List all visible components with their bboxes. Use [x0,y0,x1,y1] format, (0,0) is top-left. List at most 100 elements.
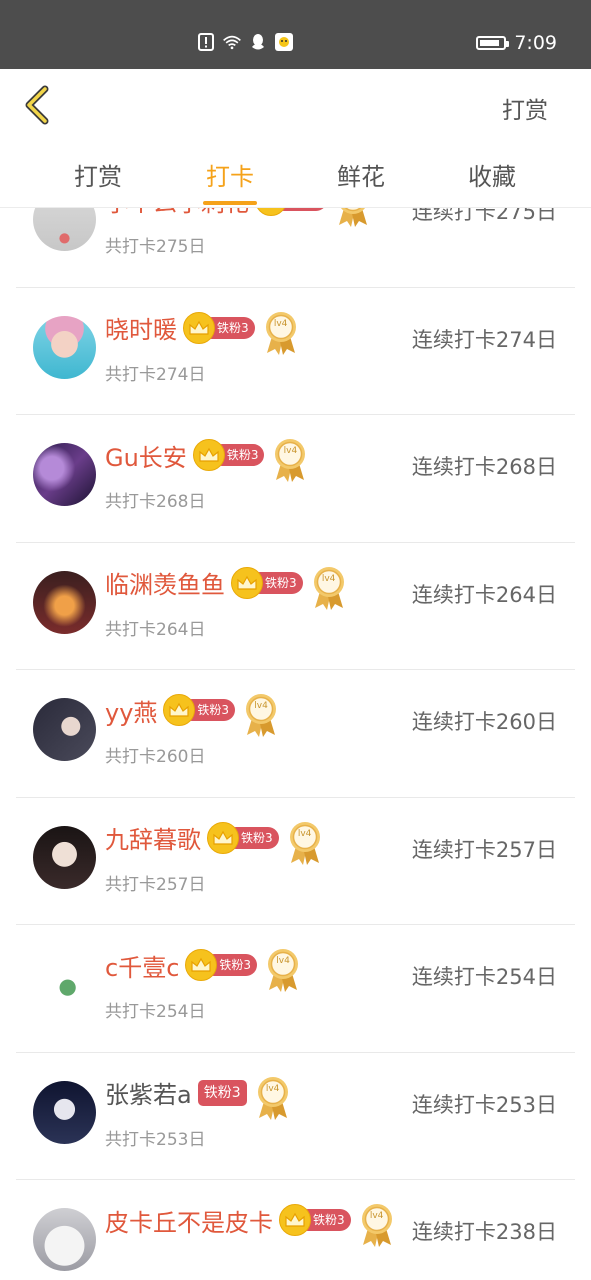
total-checkin: 共打卡268日 [105,492,206,512]
app-icon [274,32,294,52]
level-label: lv4 [265,1083,280,1094]
total-checkin: 共打卡257日 [105,874,206,895]
fan-badge: 铁粉3 [183,311,255,344]
fan-badge: 铁粉3 [192,439,265,471]
crown-icon [185,949,218,981]
list-item[interactable]: 小丫么小刺花铁粉3 lv6 共打卡275日 连续打卡275日 [0,208,591,288]
user-name-line: 张紫若a 铁粉3 lv4 [105,1073,291,1120]
alert-icon [196,32,216,52]
fan-badge: 铁粉3 [185,949,258,981]
avatar[interactable] [33,208,96,251]
level-label: lv4 [321,573,336,584]
streak-checkin: 连续打卡260日 [411,710,557,734]
level-label: lv4 [297,828,312,839]
level-label: lv4 [283,446,298,456]
avatar[interactable] [33,315,96,379]
user-name[interactable]: 皮卡丘不是皮卡 [105,1203,273,1238]
streak-checkin: 连续打卡274日 [411,327,557,352]
fan-badge: 铁粉3 [197,1078,247,1108]
avatar[interactable] [33,1208,96,1271]
tab-checkin[interactable]: 打卡 [175,157,285,192]
crown-icon [163,694,196,726]
avatar[interactable] [33,698,96,761]
total-checkin: 共打卡275日 [105,237,206,257]
crown-icon [279,1204,311,1236]
status-time: 7:09 [514,32,557,54]
crown-icon [192,439,225,471]
total-checkin: 共打卡260日 [105,747,206,767]
tab-reward[interactable]: 打赏 [43,157,153,192]
user-name-line: yy燕 铁粉3 lv4 [105,690,279,737]
fan-badge: 铁粉3 [231,566,303,599]
list-item[interactable]: 皮卡丘不是皮卡 铁粉3 lv4 连续打卡238日 [0,1180,591,1280]
streak-checkin: 连续打卡257日 [411,837,557,862]
active-tab-indicator [203,201,257,205]
streak-checkin: 连续打卡238日 [411,1220,557,1244]
user-name-line: Gu长安 铁粉3 lv4 [105,435,308,482]
user-name-line: 皮卡丘不是皮卡 铁粉3 lv4 [105,1200,395,1247]
fan-level-label: 铁粉3 [197,1079,247,1106]
checkin-rows: 小丫么小刺花铁粉3lv6共打卡275日连续打卡275日晓时暖铁粉3lv4共打卡2… [0,208,591,1280]
user-name[interactable]: Gu长安 [105,438,187,473]
list-item[interactable]: 九辞暮歌 铁粉3 lv4 共打卡257日 连续打卡257日 [0,798,591,925]
crown-icon [207,821,239,854]
list-item[interactable]: c千壹c 铁粉3 lv4 共打卡254日 连续打卡254日 [0,925,591,1053]
user-name[interactable]: 小丫么小刺花 [105,208,249,218]
app-header: 打赏 [0,69,591,139]
user-name[interactable]: 临渊羡鱼鱼 [105,565,225,600]
streak-checkin: 连续打卡275日 [411,208,557,224]
header-reward-button[interactable]: 打赏 [502,91,548,125]
list-item[interactable]: Gu长安 铁粉3 lv4 共打卡268日 连续打卡268日 [0,415,591,543]
avatar[interactable] [33,825,96,889]
user-name-line: 临渊羡鱼鱼 铁粉3 lv4 [105,563,347,610]
list-item[interactable]: 张紫若a 铁粉3 lv4 共打卡253日 连续打卡253日 [0,1053,591,1180]
list-item[interactable]: yy燕 铁粉3 lv4 共打卡260日 连续打卡260日 [0,670,591,798]
list-item[interactable]: 临渊羡鱼鱼 铁粉3 lv4 共打卡264日 连续打卡264日 [0,543,591,670]
level-medal-icon: lv4 [359,1201,395,1249]
streak-checkin: 连续打卡253日 [411,1092,557,1117]
level-label: lv4 [276,956,290,966]
level-medal-icon: lv4 [311,564,347,612]
streak-checkin: 连续打卡264日 [411,582,557,607]
avatar[interactable] [33,1080,96,1144]
user-name[interactable]: 张紫若a [105,1075,192,1110]
total-checkin: 共打卡274日 [105,364,206,385]
status-icons [196,32,294,52]
avatar[interactable] [33,443,96,506]
user-name[interactable]: c千壹c [105,948,179,983]
fan-badge: 铁粉3 [279,1204,351,1236]
level-label: lv4 [369,1211,384,1221]
list-item[interactable]: 晓时暖 铁粉3 lv4 共打卡274日 连续打卡274日 [0,288,591,415]
level-medal-icon: lv4 [287,819,323,867]
avatar[interactable] [33,570,96,634]
user-name[interactable]: 晓时暖 [105,310,177,345]
qq-icon [248,32,268,52]
avatar[interactable] [33,953,96,1016]
fan-badge: 铁粉3 [255,208,327,216]
crown-icon [231,566,263,599]
tab-flowers[interactable]: 鲜花 [306,157,416,192]
level-medal-icon: lv4 [272,436,308,484]
fan-badge: 铁粉3 [207,821,279,854]
level-medal-icon: lv6 [335,208,371,229]
crown-icon [255,208,287,216]
level-medal-icon: lv4 [263,309,299,357]
status-right: 7:09 [476,32,557,54]
wifi-icon [222,32,242,52]
user-name[interactable]: 九辞暮歌 [105,820,201,855]
user-name-line: 晓时暖 铁粉3 lv4 [105,308,299,355]
checkin-list[interactable]: 小丫么小刺花铁粉3lv6共打卡275日连续打卡275日晓时暖铁粉3lv4共打卡2… [0,208,591,1280]
user-name-line: 九辞暮歌 铁粉3 lv4 [105,818,323,865]
user-name-line: 小丫么小刺花铁粉3 lv6 [105,208,371,227]
chevron-left-icon [25,85,49,125]
level-medal-icon: lv4 [255,1074,291,1122]
streak-checkin: 连续打卡254日 [411,965,557,989]
total-checkin: 共打卡254日 [105,1002,206,1022]
level-label: lv4 [254,701,268,711]
user-name-line: c千壹c 铁粉3 lv4 [105,945,301,992]
tab-favorites[interactable]: 收藏 [437,157,547,192]
battery-icon [476,36,510,50]
back-button[interactable] [18,83,62,127]
level-label: lv4 [273,318,288,329]
user-name[interactable]: yy燕 [105,693,157,728]
